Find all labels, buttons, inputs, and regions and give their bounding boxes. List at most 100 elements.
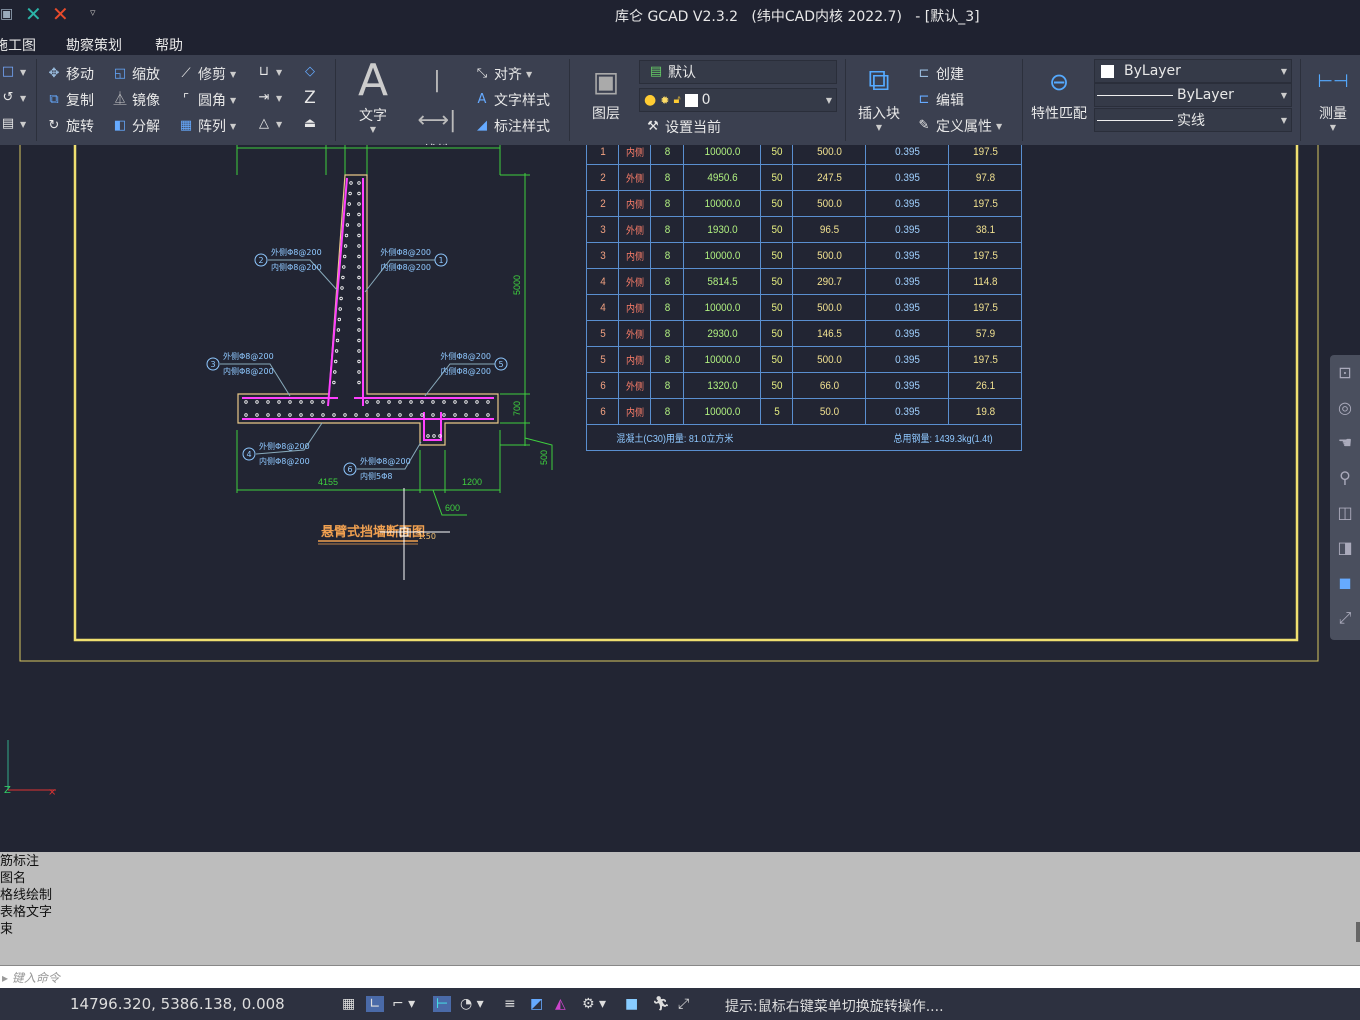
trim-button[interactable]: ⟋ 修剪 ▼ <box>178 64 236 84</box>
polar-toggle-icon[interactable]: ⌐ ▾ <box>392 996 415 1012</box>
layers-button[interactable]: ▣ 图层 <box>584 61 628 123</box>
selection-cycle-icon[interactable]: ◭ <box>555 996 566 1012</box>
lineweight-dropdown-icon[interactable]: ▼ <box>1281 116 1287 125</box>
osnap-toggle-icon[interactable]: ⊢ <box>433 996 452 1012</box>
color-dropdown-icon[interactable]: ▼ <box>1281 67 1287 76</box>
history-scrollbar[interactable] <box>1356 922 1360 942</box>
lock-icon[interactable]: 🔓︎ <box>673 93 680 107</box>
table-cell: 1930.0 <box>686 216 758 243</box>
dim-style-label: 标注样式 <box>494 119 550 135</box>
erase-button[interactable]: ◇ <box>302 64 318 80</box>
rebar-dot <box>266 400 270 404</box>
define-attribute-button[interactable]: ✎ 定义属性 ▼ <box>916 116 1003 136</box>
shaded-view-icon[interactable]: ◼ <box>1330 565 1360 600</box>
table-cell: 38.1 <box>951 216 1019 243</box>
rebar-dot <box>357 202 361 206</box>
settings-gear-icon[interactable]: ⚙ ▾ <box>582 996 606 1012</box>
rebar-dot <box>321 413 325 417</box>
grid-toggle-icon[interactable]: ▦ <box>342 996 355 1012</box>
table-cell: 0.395 <box>869 372 945 399</box>
close-all-icon[interactable]: ✕ <box>52 2 69 26</box>
hidden-view-icon[interactable]: ◨ <box>1330 530 1360 565</box>
bulb-icon[interactable]: ● <box>644 92 656 108</box>
move-button[interactable]: ✥ 移动 <box>46 64 94 84</box>
transparency-toggle-icon[interactable]: ◩ <box>530 996 543 1012</box>
draw-tool-1[interactable]: □ ▼ <box>0 64 26 80</box>
table-cell: 0.395 <box>869 216 945 243</box>
insert-block-dropdown-icon[interactable]: ▼ <box>852 123 906 132</box>
text-style-button[interactable]: A 文字样式 <box>474 90 550 110</box>
otrack-toggle-icon[interactable]: ◔ ▾ <box>460 996 484 1012</box>
match-properties-button[interactable]: ⊖ 特性匹配 <box>1027 61 1091 123</box>
lineweight-combo[interactable]: 实线 ▼ <box>1094 108 1292 132</box>
rebar-dot <box>343 254 347 259</box>
callout-inner-text: 内侧Φ8@200 <box>380 262 431 272</box>
ortho-toggle-icon[interactable]: ∟ <box>366 996 384 1012</box>
fullscreen-icon[interactable]: ⤢ <box>678 996 689 1012</box>
aligned-dim-button[interactable]: ⤡ 对齐 ▼ <box>474 64 532 84</box>
zoom-extents-icon[interactable]: ⤢ <box>1330 600 1360 635</box>
walk-icon[interactable]: 🏃︎ <box>652 996 670 1012</box>
copy-button[interactable]: ⧉ 复制 <box>46 90 94 110</box>
text-dropdown-icon[interactable]: ▼ <box>352 125 394 134</box>
create-block-button[interactable]: ⊏ 创建 <box>916 64 964 84</box>
mirror-button[interactable]: ⏅ 镜像 <box>112 90 160 110</box>
table-cell: 50 <box>761 164 792 191</box>
app-icon[interactable]: ▣ <box>0 6 13 22</box>
command-input[interactable]: ▸ 键入命令 <box>0 965 1360 988</box>
table-cell: 500.0 <box>795 190 863 217</box>
draw-tool-3[interactable]: ▤ ▼ <box>0 116 26 132</box>
stretch-button[interactable]: ⊔ ▼ <box>256 64 282 80</box>
view-cube-icon[interactable]: ⊡ <box>1330 355 1360 390</box>
join-button[interactable]: ⇥ ▼ <box>256 90 283 106</box>
linetype-dropdown-icon[interactable]: ▼ <box>1281 91 1287 100</box>
edit-block-button[interactable]: ⊏ 编辑 <box>916 90 964 110</box>
menu-construction[interactable]: 施工图 <box>0 35 36 55</box>
rebar-dot <box>432 434 436 438</box>
array-button[interactable]: ▦ 阵列 ▼ <box>178 116 236 136</box>
callout-number: 1 <box>438 256 443 265</box>
command-history: 筋标注 图名 格线绘制 表格文字 束 <box>0 852 1360 965</box>
set-current-button[interactable]: ⚒ 设置当前 <box>645 117 721 137</box>
color-combo[interactable]: ByLayer ▼ <box>1094 59 1292 83</box>
menu-help[interactable]: 帮助 <box>155 35 183 55</box>
steel-total: 总用钢量: 1439.3kg(1.4t) <box>893 434 993 445</box>
rebar-dot <box>299 400 303 404</box>
fillet-button[interactable]: ⌜ 圆角 ▼ <box>178 90 236 110</box>
table-cell: 66.0 <box>795 372 863 399</box>
layer-dropdown-icon[interactable]: ▼ <box>826 96 832 105</box>
callout-outer-text: 外侧Φ8@200 <box>360 456 411 466</box>
dim-style-button[interactable]: ◢ 标注样式 <box>474 116 550 136</box>
measure-dropdown-icon[interactable]: ▼ <box>1310 123 1356 132</box>
text-button[interactable]: A 文字 ▼ <box>352 57 394 135</box>
table-cell: 内侧 <box>619 294 650 321</box>
join-icon: ⇥ <box>258 90 270 105</box>
color-value: ByLayer <box>1124 63 1181 79</box>
insert-block-button[interactable]: ⧉ 插入块 ▼ <box>852 59 906 132</box>
quick-access-dropdown-icon[interactable]: ▿ <box>90 6 96 19</box>
drawing-canvas[interactable]: 1 外侧Φ8@200 内侧Φ8@200 2 外侧Φ8@200 内侧Φ8@200 3 外侧Φ8@… <box>0 145 1360 852</box>
wireframe-icon[interactable]: ◫ <box>1330 495 1360 530</box>
break-button[interactable]: Z <box>302 90 318 107</box>
orbit-icon[interactable]: ◎ <box>1330 390 1360 425</box>
linetype-combo[interactable]: ByLayer ▼ <box>1094 83 1292 107</box>
measure-button[interactable]: ⊢⊣ 测量 ▼ <box>1310 61 1356 132</box>
zoom-icon[interactable]: ⚲ <box>1330 460 1360 495</box>
draw-tool-2[interactable]: ↺ ▼ <box>0 90 27 106</box>
scale-button[interactable]: ◱ 缩放 <box>112 64 160 84</box>
sun-icon[interactable]: ✹ <box>660 94 669 107</box>
rotate-button[interactable]: ↻ 旋转 <box>46 116 94 136</box>
drawing-scale: 1:50 <box>418 532 436 541</box>
close-drawing-icon[interactable]: ✕ <box>25 2 42 26</box>
pan-hand-icon[interactable]: ☚ <box>1330 425 1360 460</box>
table-cell: 10000.0 <box>686 398 758 425</box>
3d-view-icon[interactable]: ■ <box>625 996 638 1012</box>
table-cell: 0.395 <box>869 398 945 425</box>
explode-button[interactable]: ◧ 分解 <box>112 116 160 136</box>
menu-survey[interactable]: 勘察策划 <box>66 35 122 55</box>
layer-combo[interactable]: ● ✹ 🔓︎ 0 ▼ <box>639 88 837 112</box>
stamp-button[interactable]: ⏏ <box>302 116 318 132</box>
lineweight-toggle-icon[interactable]: ≡ <box>504 996 516 1012</box>
layer-state-combo[interactable]: ▤ 默认 <box>639 60 837 84</box>
chamfer-button[interactable]: △ ▼ <box>256 116 282 132</box>
